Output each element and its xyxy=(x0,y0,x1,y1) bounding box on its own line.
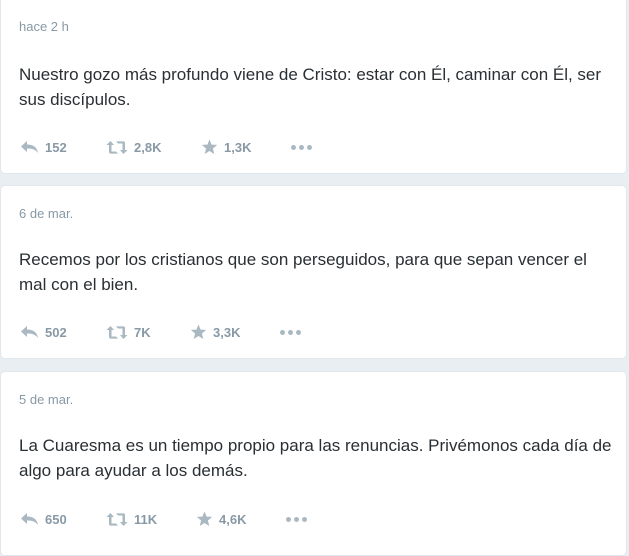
tweet-actions: 152 2,8K 1,3K xyxy=(1,137,626,157)
reply-button[interactable]: 650 xyxy=(20,509,67,529)
retweet-button[interactable]: 11K xyxy=(106,509,157,529)
star-icon xyxy=(201,139,218,155)
reply-count: 152 xyxy=(45,139,67,155)
reply-count: 502 xyxy=(45,324,67,340)
reply-button[interactable]: 152 xyxy=(20,137,67,157)
tweet-text: Recemos por los cristianos que son perse… xyxy=(19,250,587,294)
tweet-actions: 502 7K 3,3K xyxy=(1,322,626,342)
reply-arrow-icon xyxy=(20,140,39,154)
favorite-button[interactable]: 3,3K xyxy=(190,322,240,342)
reply-count: 650 xyxy=(45,511,67,527)
retweet-count: 11K xyxy=(134,511,158,527)
tweet-timestamp[interactable]: hace 2 h xyxy=(19,19,69,34)
star-icon xyxy=(196,511,213,527)
tweet-timestamp[interactable]: 5 de mar. xyxy=(19,392,73,407)
reply-button[interactable]: 502 xyxy=(20,322,67,342)
favorite-count: 1,3K xyxy=(224,139,252,155)
favorite-button[interactable]: 1,3K xyxy=(201,137,251,157)
tweet-card[interactable]: 5 de mar. La Cuaresma es un tiempo propi… xyxy=(0,371,627,556)
retweet-count: 2,8K xyxy=(134,139,162,155)
tweet-timestamp[interactable]: 6 de mar. xyxy=(19,206,73,221)
more-button[interactable] xyxy=(291,137,312,157)
more-dots-icon xyxy=(291,144,312,150)
retweet-button[interactable]: 2,8K xyxy=(106,137,161,157)
tweet-text: Nuestro gozo más profundo viene de Crist… xyxy=(19,65,602,109)
favorite-button[interactable]: 4,6K xyxy=(196,509,246,529)
retweet-icon xyxy=(106,140,128,155)
tweet-card[interactable]: 6 de mar. Recemos por los cristianos que… xyxy=(0,185,627,359)
tweet-actions: 650 11K 4,6K xyxy=(1,509,626,529)
more-button[interactable] xyxy=(280,322,301,342)
retweet-count: 7K xyxy=(134,324,151,340)
reply-arrow-icon xyxy=(20,512,39,526)
favorite-count: 3,3K xyxy=(213,324,241,340)
favorite-count: 4,6K xyxy=(219,511,247,527)
retweet-button[interactable]: 7K xyxy=(106,322,151,342)
tweet-text: La Cuaresma es un tiempo propio para las… xyxy=(19,436,612,480)
more-button[interactable] xyxy=(286,509,307,529)
tweet-card[interactable]: hace 2 h Nuestro gozo más profundo viene… xyxy=(0,0,627,174)
retweet-icon xyxy=(106,512,128,527)
retweet-icon xyxy=(106,325,128,340)
reply-arrow-icon xyxy=(20,325,39,339)
more-dots-icon xyxy=(280,329,301,335)
more-dots-icon xyxy=(286,516,307,522)
star-icon xyxy=(190,324,207,340)
